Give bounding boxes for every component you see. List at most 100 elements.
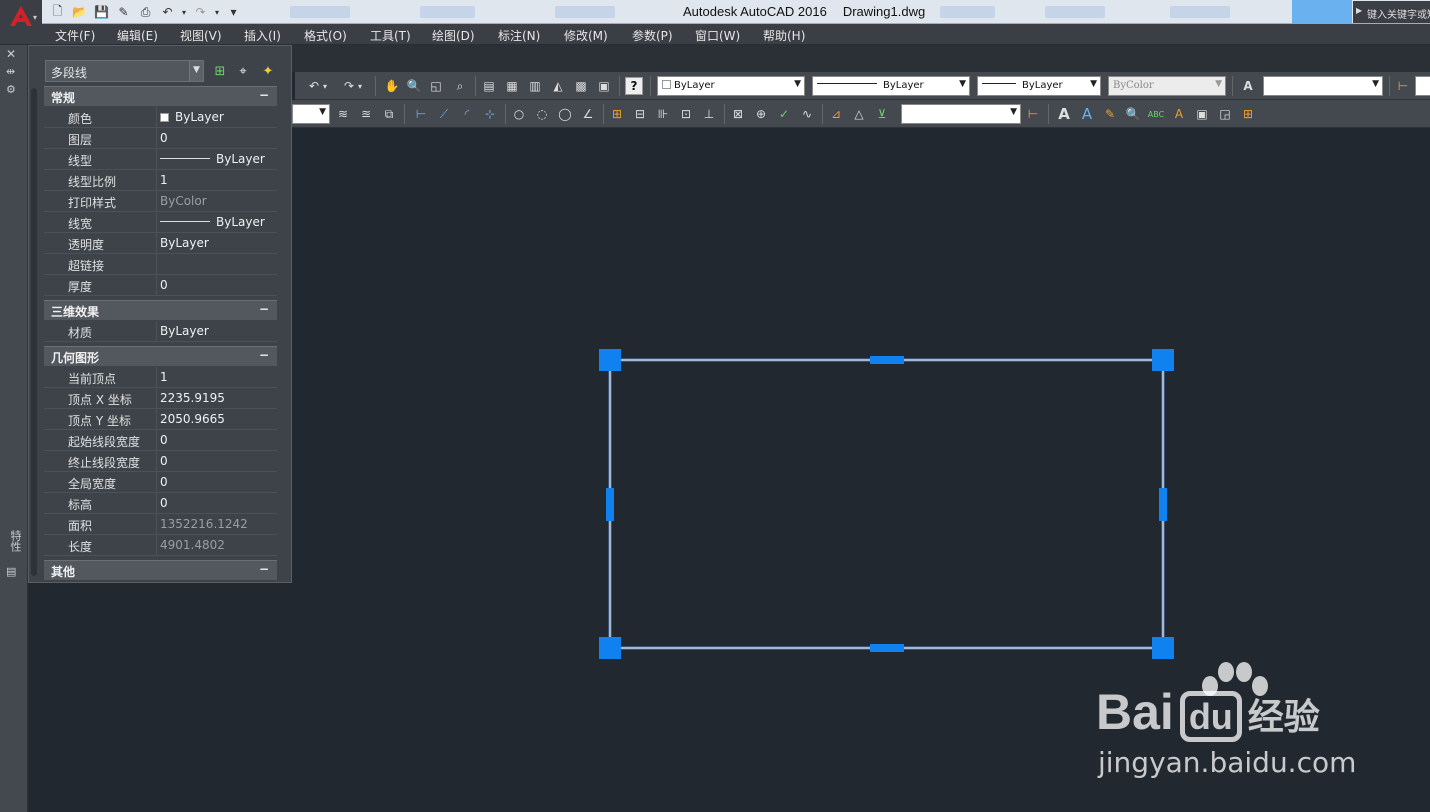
dimension-break-icon[interactable]: ⊥ [700,105,718,123]
pan-icon[interactable]: ✋ [383,77,401,95]
jogged-dimension-icon[interactable]: ◌ [533,105,551,123]
edit-text-icon[interactable]: ✎ [1101,105,1119,123]
quick-dimension-icon[interactable]: ⊞ [608,105,626,123]
section-general[interactable]: 常规 − [44,86,277,106]
object-type-select[interactable]: 多段线 ▼ [45,60,204,82]
property-row[interactable]: 厚度 0 [44,275,277,296]
dimension-space-icon[interactable]: ⊡ [677,105,695,123]
close-icon[interactable]: ✕ [6,47,16,61]
jogged-linear-icon[interactable]: ∿ [798,105,816,123]
search-input[interactable]: ▶ 键入关键字或短语 [1353,1,1430,23]
tool-palettes-icon[interactable]: ▥ [526,77,544,95]
dimension-style-icon[interactable]: ⊢ [1394,77,1412,95]
property-row[interactable]: 颜色 ByLayer [44,107,277,128]
redo-icon[interactable]: ↷ [191,3,210,21]
angular-dimension-icon[interactable]: ∠ [579,105,597,123]
tolerance-icon[interactable]: ⊠ [729,105,747,123]
property-row[interactable]: 顶点 Y 坐标 2050.9665 [44,409,277,430]
property-row[interactable]: 标高 0 [44,493,277,514]
markup-icon[interactable]: ▩ [572,77,590,95]
continue-dimension-icon[interactable]: ⊪ [654,105,672,123]
single-line-text-icon[interactable]: A [1078,105,1096,123]
property-row[interactable]: 起始线段宽度 0 [44,430,277,451]
save-as-icon[interactable]: ✎ [114,3,133,21]
property-row[interactable]: 终止线段宽度 0 [44,451,277,472]
property-row[interactable]: 长度 4901.4802 [44,535,277,556]
vertex-grip[interactable] [1152,637,1174,659]
layer-states-icon[interactable]: ≊ [357,105,375,123]
property-row[interactable]: 图层 0 [44,128,277,149]
arc-length-icon[interactable]: ◜ [458,105,476,123]
menu-insert[interactable]: 插入(I) [244,27,281,44]
property-row[interactable]: 透明度 ByLayer [44,233,277,254]
zoom-realtime-icon[interactable]: 🔍 [405,77,423,95]
collapse-icon[interactable]: − [259,88,269,102]
menu-modify[interactable]: 修改(M) [564,27,608,44]
section-3d-effects[interactable]: 三维效果 − [44,300,277,320]
property-row[interactable]: 超链接 [44,254,277,275]
redo-dropdown-icon[interactable]: ▾ [356,77,364,95]
menu-help[interactable]: 帮助(H) [763,27,805,44]
dimension-update-icon[interactable]: ⊻ [873,105,891,123]
collapse-icon[interactable]: − [259,562,269,576]
undo-dropdown-icon[interactable]: ▾ [180,3,188,21]
layer-select[interactable]: ▼ [292,104,330,124]
aligned-dimension-icon[interactable]: ⟋ [435,105,453,123]
dimension-style-select-2[interactable]: ▼ [901,104,1021,124]
section-other[interactable]: 其他 − [44,560,277,580]
convert-distance-icon[interactable]: ⊞ [1239,105,1257,123]
menu-draw[interactable]: 绘图(D) [432,27,475,44]
new-file-icon[interactable]: 🗋 [48,3,67,21]
linear-dimension-icon[interactable]: ⊢ [412,105,430,123]
vertex-grip[interactable] [599,349,621,371]
ordinate-dimension-icon[interactable]: ⊹ [481,105,499,123]
menu-file[interactable]: 文件(F) [55,27,95,44]
collapse-icon[interactable]: − [259,348,269,362]
auto-hide-icon[interactable]: ⇹ [6,65,15,78]
lineweight-select[interactable]: ByLayer ▼ [977,76,1101,96]
design-center-icon[interactable]: ▦ [503,77,521,95]
property-row[interactable]: 线型 ByLayer [44,149,277,170]
search-expand-icon[interactable]: ▶ [1356,6,1362,15]
diameter-dimension-icon[interactable]: ◯ [556,105,574,123]
scale-text-icon[interactable]: ▣ [1193,105,1211,123]
baseline-dimension-icon[interactable]: ⊟ [631,105,649,123]
property-row[interactable]: 线型比例 1 [44,170,277,191]
find-text-icon[interactable]: 🔍 [1124,105,1142,123]
sheet-set-icon[interactable]: ◭ [549,77,567,95]
property-row[interactable]: 线宽 ByLayer [44,212,277,233]
linetype-select[interactable]: ByLayer ▼ [812,76,970,96]
radius-dimension-icon[interactable]: ○ [510,105,528,123]
customize-qat-icon[interactable]: ▾ [224,3,243,21]
layer-previous-icon[interactable]: ≋ [334,105,352,123]
property-row[interactable]: 面积 1352216.1242 [44,514,277,535]
vertex-grip[interactable] [599,637,621,659]
section-geometry[interactable]: 几何图形 − [44,346,277,366]
save-icon[interactable]: 💾 [92,3,111,21]
dimension-edit-icon[interactable]: ⊿ [827,105,845,123]
menu-edit[interactable]: 编辑(E) [117,27,158,44]
undo-dropdown-icon[interactable]: ▾ [321,77,329,95]
color-select[interactable]: ByLayer ▼ [657,76,805,96]
make-layer-current-icon[interactable]: ⧉ [380,105,398,123]
inspection-icon[interactable]: ✓ [775,105,793,123]
text-style-icon-2[interactable]: A [1170,105,1188,123]
center-mark-icon[interactable]: ⊕ [752,105,770,123]
zoom-previous-icon[interactable]: ⌕ [451,77,469,95]
text-style-select[interactable]: ▼ [1263,76,1383,96]
help-icon[interactable]: ? [625,77,643,95]
menu-window[interactable]: 窗口(W) [695,27,740,44]
property-row[interactable]: 全局宽度 0 [44,472,277,493]
toggle-pickadd-icon[interactable]: ⊞ [211,62,229,80]
property-row[interactable]: 当前顶点 1 [44,367,277,388]
vertex-grip[interactable] [1152,349,1174,371]
multiline-text-icon[interactable]: A [1055,105,1073,123]
text-style-icon[interactable]: A [1239,77,1257,95]
collapse-icon[interactable]: − [259,302,269,316]
application-menu-button[interactable]: ▾ [0,0,42,32]
plotstyle-select[interactable]: ByColor ▼ [1108,76,1226,96]
menu-format[interactable]: 格式(O) [304,27,347,44]
properties-icon[interactable]: ▤ [480,77,498,95]
dimension-text-edit-icon[interactable]: △ [850,105,868,123]
midpoint-grip[interactable] [870,356,904,364]
